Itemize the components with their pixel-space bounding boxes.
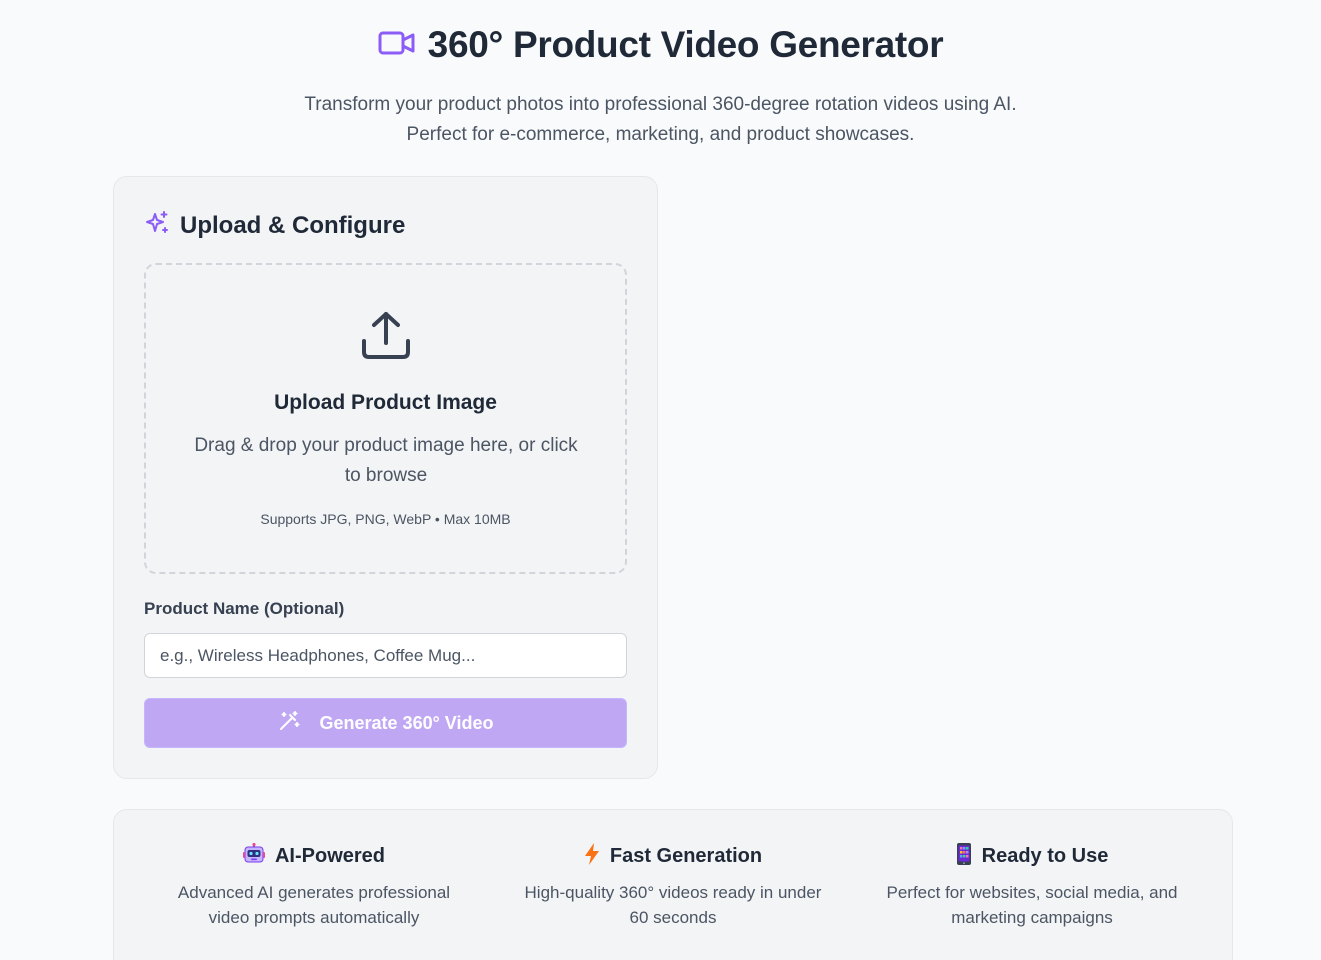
feature-ready-to-use: Ready to Use Perfect for websites, socia…: [862, 842, 1202, 930]
upload-icon: [360, 309, 412, 366]
subtitle-line: Transform your product photos into profe…: [304, 94, 1017, 115]
header: 360° Product Video Generator Transform y…: [0, 22, 1321, 150]
feature-desc-line: 60 seconds: [629, 908, 717, 927]
mobile-phone-icon: [956, 842, 972, 870]
dropzone-text: Drag & drop your product image here, or …: [194, 435, 578, 486]
feature-desc-line: Advanced AI generates professional: [177, 883, 451, 902]
feature-header: AI-Powered: [144, 842, 484, 870]
subtitle-line: Perfect for e-commerce, marketing, and p…: [406, 124, 915, 145]
product-name-input[interactable]: [144, 633, 627, 678]
feature-title: Fast Generation: [609, 844, 763, 867]
feature-header: Fast Generation: [503, 842, 843, 870]
feature-title: Ready to Use: [981, 844, 1109, 867]
product-name-label: Product Name (Optional): [144, 599, 345, 618]
feature-header: Ready to Use: [862, 842, 1202, 870]
generate-video-button[interactable]: Generate 360° Video: [144, 698, 627, 748]
video-camera-icon: [378, 30, 416, 61]
dropzone-title: Upload Product Image: [274, 391, 497, 414]
dropzone-hint: Supports JPG, PNG, WebP • Max 10MB: [260, 511, 511, 527]
page: 360° Product Video Generator Transform y…: [0, 0, 1321, 960]
card-header: Upload & Configure: [144, 210, 405, 241]
upload-card: Upload & Configure Upload Product Image …: [113, 176, 658, 779]
magic-wand-icon: [278, 710, 300, 737]
feature-description: Perfect for websites, social media, and …: [862, 880, 1202, 930]
feature-desc-line: Perfect for websites, social media, and: [886, 883, 1178, 902]
lightning-icon: [584, 842, 600, 870]
feature-ai-powered: AI-Powered Advanced AI generates profess…: [144, 842, 484, 930]
feature-desc-line: marketing campaigns: [951, 908, 1113, 927]
page-subtitle: Transform your product photos into profe…: [0, 90, 1321, 150]
features-panel: AI-Powered Advanced AI generates profess…: [113, 809, 1233, 960]
title-row: 360° Product Video Generator: [0, 22, 1321, 68]
sparkles-icon: [144, 210, 170, 241]
robot-icon: [242, 842, 265, 870]
card-title: Upload & Configure: [180, 211, 406, 239]
feature-description: High-quality 360° videos ready in under …: [503, 880, 843, 930]
feature-title: AI-Powered: [274, 844, 386, 867]
feature-fast-generation: Fast Generation High-quality 360° videos…: [503, 842, 843, 930]
page-title: 360° Product Video Generator: [427, 24, 944, 65]
upload-dropzone[interactable]: Upload Product Image Drag & drop your pr…: [144, 263, 627, 574]
generate-button-label: Generate 360° Video: [319, 712, 494, 733]
feature-desc-line: video prompts automatically: [208, 908, 420, 927]
feature-desc-line: High-quality 360° videos ready in under: [524, 883, 822, 902]
feature-description: Advanced AI generates professional video…: [144, 880, 484, 930]
